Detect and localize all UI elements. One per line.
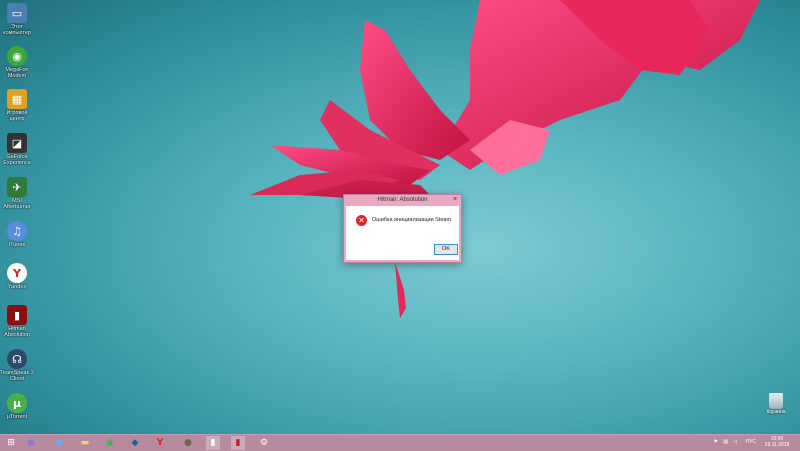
- volume-icon[interactable]: ◁: [733, 439, 737, 445]
- dialog-body: ✕ Ошибка инициализации Steam. OK: [346, 206, 459, 260]
- mic-icon: ●: [27, 438, 35, 448]
- yandex-icon: Y: [156, 438, 164, 448]
- gear-icon: ⚙: [259, 438, 269, 448]
- desktop-icon-hitman[interactable]: ▮ Hitman Absolution: [0, 305, 34, 338]
- geforce-icon: ◪: [7, 133, 27, 153]
- grenade-icon: ●: [184, 438, 192, 448]
- hitman-icon: ▮: [235, 438, 241, 448]
- desktop-icon-geforce[interactable]: ◪ GeForce Experience: [0, 133, 34, 166]
- dialog-title: Hitman: Absolution: [377, 197, 428, 203]
- start-button[interactable]: ⊞: [4, 436, 18, 450]
- ok-button[interactable]: OK: [434, 244, 458, 255]
- computer-icon: ▭: [7, 3, 27, 23]
- dialog-close-button[interactable]: ×: [452, 196, 458, 204]
- windows-logo-icon: ⊞: [7, 438, 15, 448]
- desktop-icon-megafon[interactable]: ◉ MegaFon Modem: [0, 46, 34, 79]
- monitor-icon: ▮: [210, 438, 216, 448]
- store-button[interactable]: ▣: [103, 436, 117, 450]
- clock-date: 19.11.2018: [764, 442, 790, 448]
- desktop-icon-msi-afterburner[interactable]: ✈ MSI Afterburner: [0, 177, 34, 210]
- itunes-icon: ♫: [7, 221, 27, 241]
- store-icon: ▣: [105, 438, 115, 448]
- app-icon: ◆: [131, 438, 139, 448]
- flag-icon[interactable]: ⚑: [714, 439, 718, 445]
- network-icon[interactable]: ▤: [723, 439, 728, 445]
- desktop-icon-yandex[interactable]: Y Yandex: [0, 263, 34, 290]
- msi-afterburner-icon: ✈: [7, 177, 27, 197]
- cortana-button[interactable]: ●: [24, 436, 38, 450]
- hitman-button[interactable]: ▮: [231, 436, 245, 450]
- error-icon: ✕: [356, 215, 367, 226]
- grenade-button[interactable]: ●: [181, 436, 195, 450]
- teamspeak-icon: ☊: [7, 349, 27, 369]
- desktop-icon-this-pc[interactable]: ▭ Этот компьютер: [0, 3, 34, 36]
- error-dialog: Hitman: Absolution × ✕ Ошибка инициализа…: [343, 194, 462, 263]
- utorrent-icon: µ: [7, 393, 27, 413]
- ie-button[interactable]: e: [52, 436, 66, 450]
- hitman-icon: ▮: [7, 305, 27, 325]
- desktop-icon-itunes[interactable]: ♫ iTunes: [0, 221, 34, 248]
- desktop-icon-recycle-bin[interactable]: Корзина: [763, 393, 789, 415]
- monitor-button[interactable]: ▮: [206, 436, 220, 450]
- explorer-button[interactable]: ▬: [78, 436, 92, 450]
- app-button[interactable]: ◆: [128, 436, 142, 450]
- yandex-button[interactable]: Y: [153, 436, 167, 450]
- language-indicator[interactable]: РУС: [746, 439, 756, 445]
- clock[interactable]: 10:05 19.11.2018: [762, 436, 792, 448]
- dialog-message: Ошибка инициализации Steam.: [372, 217, 453, 223]
- recycle-bin-icon: [769, 393, 783, 409]
- desktop-icon-teamspeak[interactable]: ☊ TeamSpeak 3 Client: [0, 349, 34, 382]
- internet-explorer-icon: e: [55, 438, 63, 448]
- yandex-icon: Y: [7, 263, 27, 283]
- settings-button[interactable]: ⚙: [257, 436, 271, 450]
- desktop-icon-game-center[interactable]: ▦ Игровой центр: [0, 89, 34, 122]
- desktop-icon-utorrent[interactable]: µ µTorrent: [0, 393, 34, 420]
- folder-icon: ▬: [80, 438, 90, 448]
- taskbar: ⊞ ● e ▬ ▣ ◆ Y ● ▮ ▮ ⚙ ⚑ ▤ ◁ РУС 10:05 19…: [0, 434, 800, 451]
- game-center-icon: ▦: [7, 89, 27, 109]
- megafon-icon: ◉: [7, 46, 27, 66]
